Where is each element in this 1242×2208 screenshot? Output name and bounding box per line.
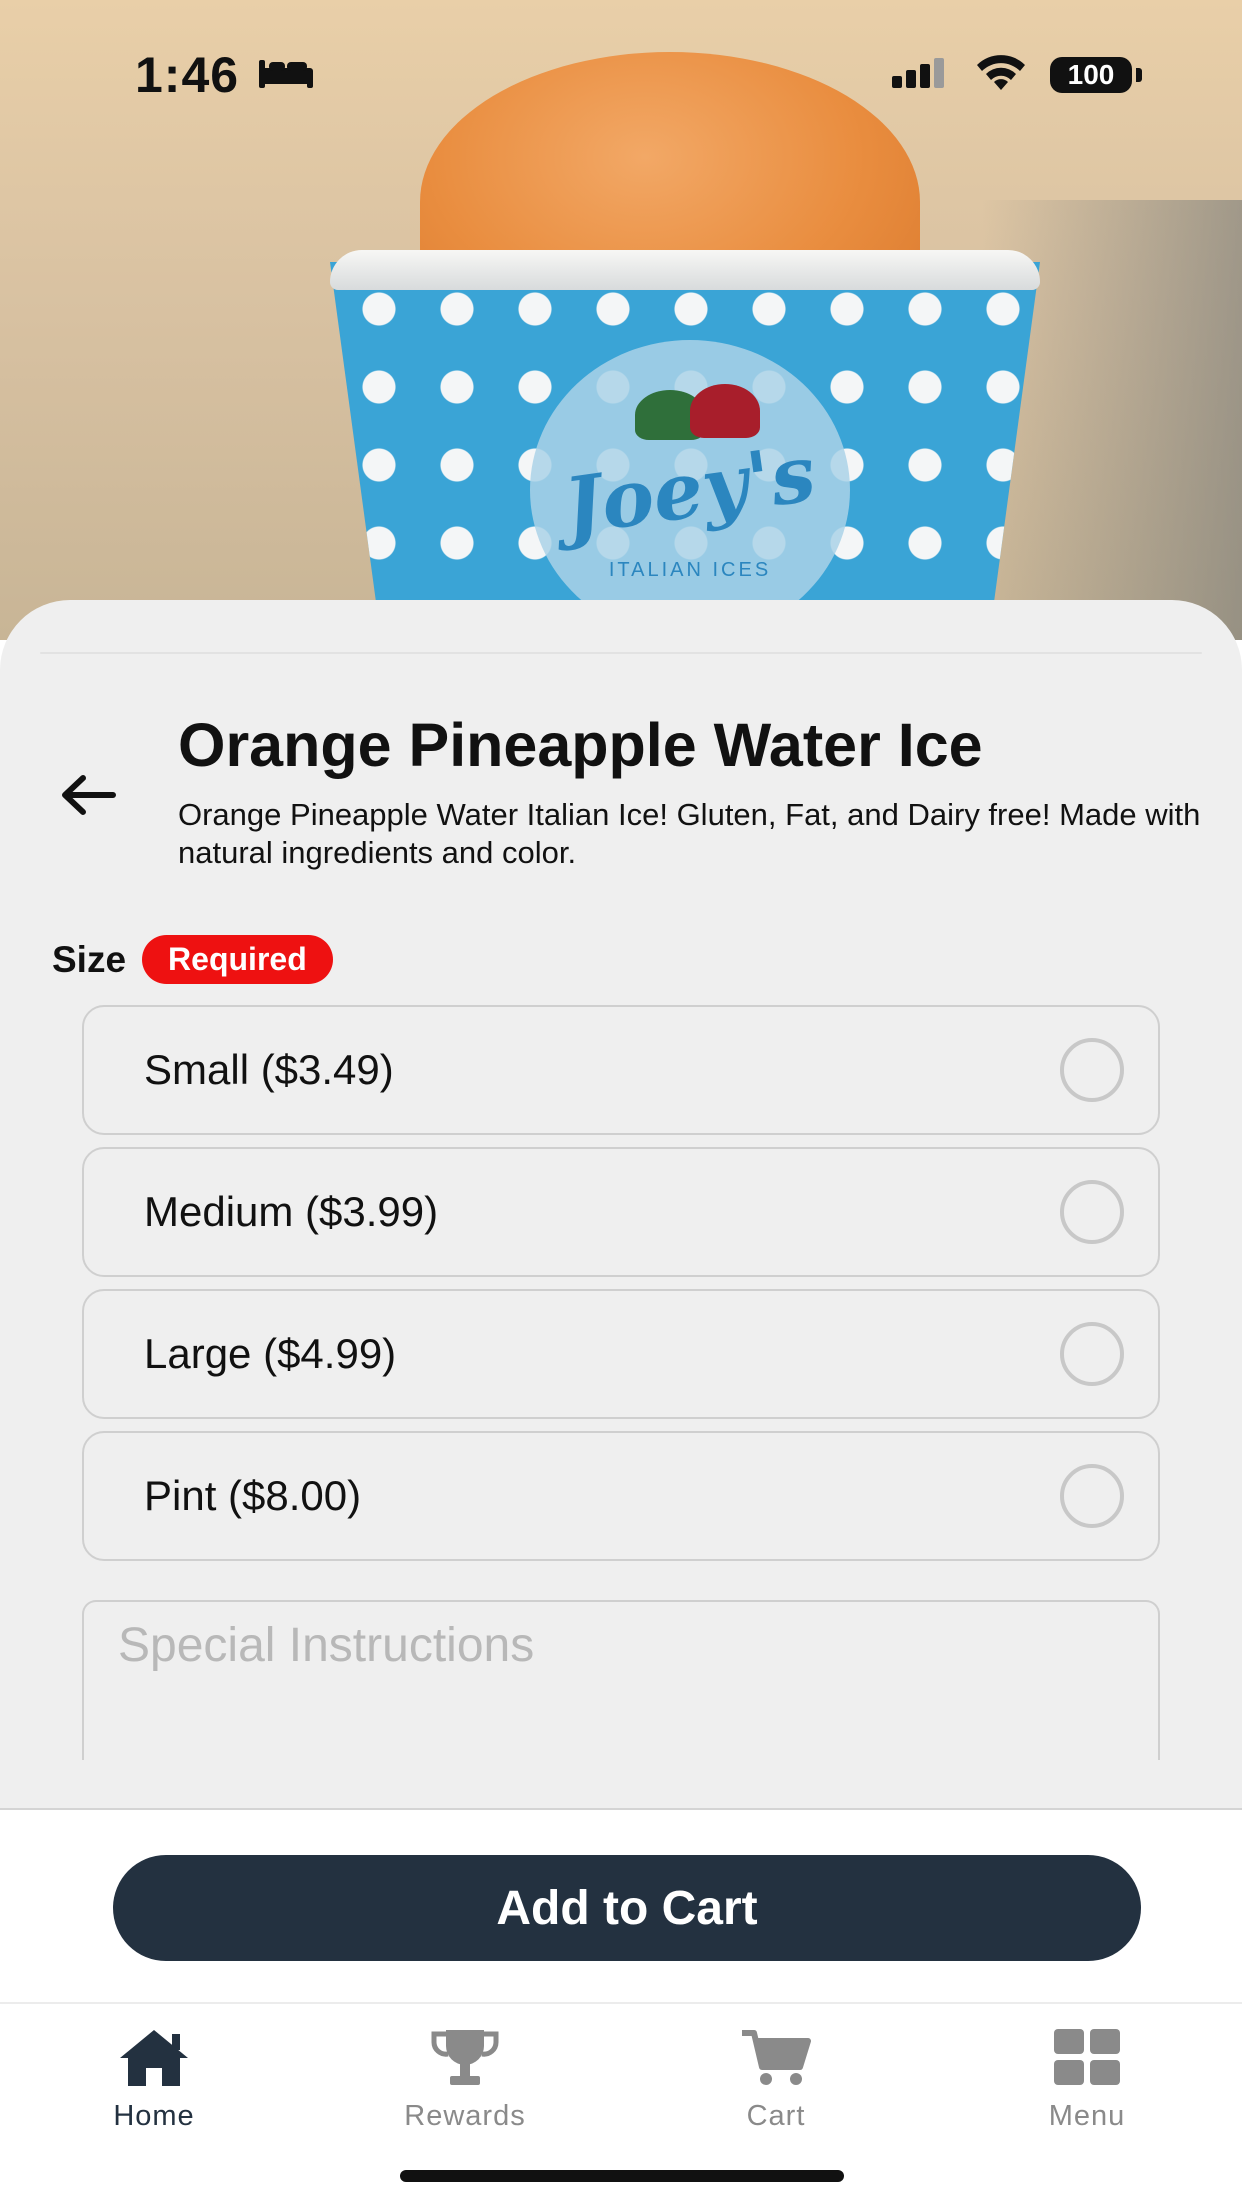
cart-icon	[742, 2030, 811, 2085]
tab-label: Menu	[1048, 2100, 1126, 2132]
brand-logo: Joey's ITALIAN ICES	[530, 340, 850, 640]
add-to-cart-bar: Add to Cart	[0, 1810, 1242, 2004]
radio-button[interactable]	[1060, 1464, 1124, 1528]
arrow-left-icon	[62, 775, 116, 815]
battery-cap	[1136, 68, 1142, 82]
grid-icon	[1054, 2029, 1120, 2085]
size-section-header: Size Required	[52, 935, 333, 984]
tab-label: Home	[113, 2100, 195, 2132]
product-description: Orange Pineapple Water Italian Ice! Glut…	[178, 797, 1201, 870]
size-option-label: Medium ($3.99)	[144, 1188, 439, 1235]
add-to-cart-button[interactable]: Add to Cart	[113, 1855, 1141, 1961]
size-option-label: Pint ($8.00)	[144, 1472, 362, 1519]
brand-logo-subtext: ITALIAN ICES	[608, 559, 772, 581]
size-option-label: Small ($3.49)	[144, 1046, 394, 1093]
tab-cart[interactable]: Cart	[676, 2022, 876, 2142]
status-time: 1:46	[135, 47, 240, 103]
sleep-focus-icon	[257, 56, 315, 95]
cup-rim	[330, 250, 1040, 290]
size-label: Size	[52, 938, 127, 980]
size-option-label: Large ($4.99)	[144, 1330, 397, 1377]
tab-label: Cart	[746, 2100, 806, 2132]
radio-button[interactable]	[1060, 1180, 1124, 1244]
tab-home[interactable]: Home	[54, 2022, 254, 2142]
tab-menu[interactable]: Menu	[987, 2022, 1187, 2142]
battery-indicator: 100	[1050, 57, 1132, 93]
status-bar: 1:46 100	[0, 0, 1242, 150]
size-option-pint[interactable]: Pint ($8.00)	[82, 1431, 1160, 1561]
tab-label: Rewards	[404, 2100, 526, 2132]
wifi-icon	[974, 54, 1028, 97]
special-instructions-input[interactable]	[82, 1600, 1160, 1760]
home-icon	[120, 2030, 188, 2086]
trophy-icon	[431, 2030, 499, 2085]
size-options: Small ($3.49) Medium ($3.99) Large ($4.9…	[82, 1005, 1160, 1573]
required-badge: Required	[142, 935, 333, 984]
brand-logo-text: Joey's	[559, 427, 821, 553]
tab-rewards[interactable]: Rewards	[365, 2022, 565, 2142]
cellular-signal-icon	[890, 56, 952, 95]
product-title: Orange Pineapple Water Ice	[178, 711, 983, 779]
radio-button[interactable]	[1060, 1038, 1124, 1102]
size-option-large[interactable]: Large ($4.99)	[82, 1289, 1160, 1419]
size-option-medium[interactable]: Medium ($3.99)	[82, 1147, 1160, 1277]
radio-button[interactable]	[1060, 1322, 1124, 1386]
back-button[interactable]	[48, 760, 128, 830]
home-indicator	[400, 2170, 844, 2182]
size-option-small[interactable]: Small ($3.49)	[82, 1005, 1160, 1135]
product-detail-sheet: Orange Pineapple Water Ice Orange Pineap…	[0, 600, 1242, 1810]
